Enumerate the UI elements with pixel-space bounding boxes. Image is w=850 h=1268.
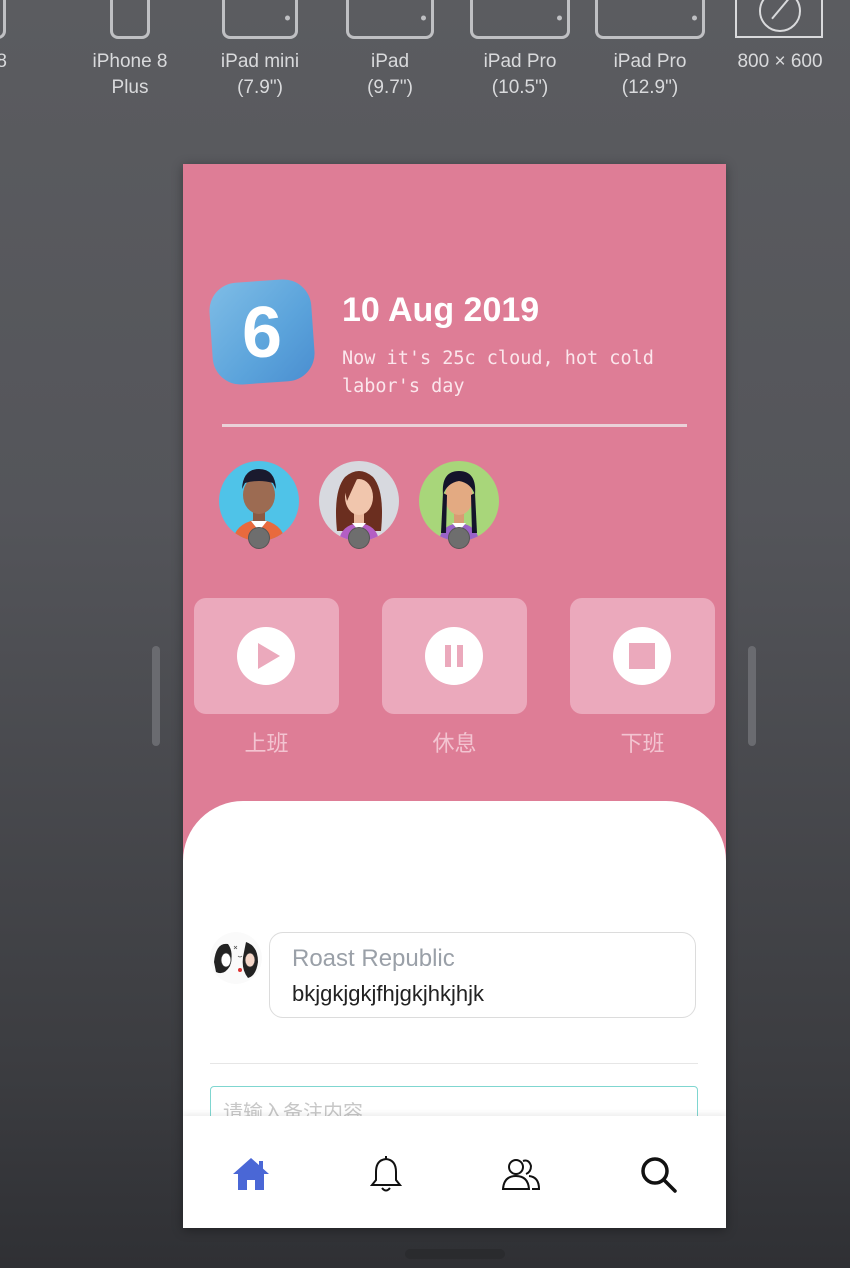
day-number-badge: 6 <box>207 277 317 387</box>
end-work-button[interactable] <box>570 598 715 714</box>
tablet-frame-icon <box>346 0 434 39</box>
pause-icon <box>425 627 483 685</box>
device-label: iPhone 8 Plus <box>92 51 168 98</box>
start-work-label: 上班 <box>244 732 289 757</box>
status-dot <box>448 527 470 549</box>
message-bubble[interactable]: Roast Republic bkjgkjgkjfhjgkjhkjhjk <box>269 932 696 1018</box>
device-label: iPad Pro (10.5") <box>483 51 557 98</box>
status-dot <box>348 527 370 549</box>
home-icon <box>233 1158 269 1190</box>
phone-frame-icon <box>0 0 6 39</box>
break-button[interactable] <box>382 598 527 714</box>
break-label: 休息 <box>432 732 477 757</box>
tab-home[interactable] <box>229 1152 273 1196</box>
left-resize-handle[interactable] <box>152 646 160 746</box>
tab-contacts[interactable] <box>499 1152 543 1196</box>
device-label: ne 8 <box>0 51 7 72</box>
users-icon <box>501 1159 541 1190</box>
bell-icon <box>369 1156 403 1192</box>
date-title: 10 Aug 2019 <box>342 291 540 329</box>
end-work-label: 下班 <box>620 732 665 757</box>
play-icon <box>237 627 295 685</box>
status-dot <box>248 527 270 549</box>
device-label: iPad Pro (12.9") <box>613 51 687 98</box>
divider <box>210 1063 698 1064</box>
tab-notifications[interactable] <box>364 1152 408 1196</box>
stop-icon <box>613 627 671 685</box>
compass-icon <box>735 0 823 38</box>
phone-screen: 6 10 Aug 2019 Now it's 25c cloud, hot co… <box>183 164 726 1228</box>
tab-bar <box>183 1116 726 1228</box>
phone-frame-icon <box>110 0 150 39</box>
avatar <box>210 932 262 984</box>
device-selector-bar: ne 8 iPhone 8 Plus iPad mini (7.9") iPad… <box>0 0 850 110</box>
member-avatar[interactable] <box>219 461 299 549</box>
search-icon <box>641 1157 677 1193</box>
weather-text: Now it's 25c cloud, hot cold labor's day <box>342 348 654 397</box>
start-work-button[interactable] <box>194 598 339 714</box>
right-resize-handle[interactable] <box>748 646 756 746</box>
tablet-frame-icon <box>595 0 705 39</box>
tablet-frame-icon <box>470 0 570 39</box>
tab-search[interactable] <box>636 1152 680 1196</box>
member-avatar[interactable] <box>319 461 399 549</box>
member-avatar[interactable] <box>419 461 499 549</box>
device-label: iPad mini (7.9") <box>220 51 300 98</box>
tablet-frame-icon <box>222 0 298 39</box>
device-label: 800 × 600 <box>737 51 823 72</box>
day-number: 6 <box>241 293 283 373</box>
bottom-resize-handle[interactable] <box>405 1249 505 1259</box>
message-sender: Roast Republic <box>292 945 455 972</box>
device-label: iPad (9.7") <box>367 51 413 98</box>
divider <box>222 424 687 427</box>
message-text: bkjgkjgkjfhjgkjhkjhjk <box>292 981 484 1006</box>
